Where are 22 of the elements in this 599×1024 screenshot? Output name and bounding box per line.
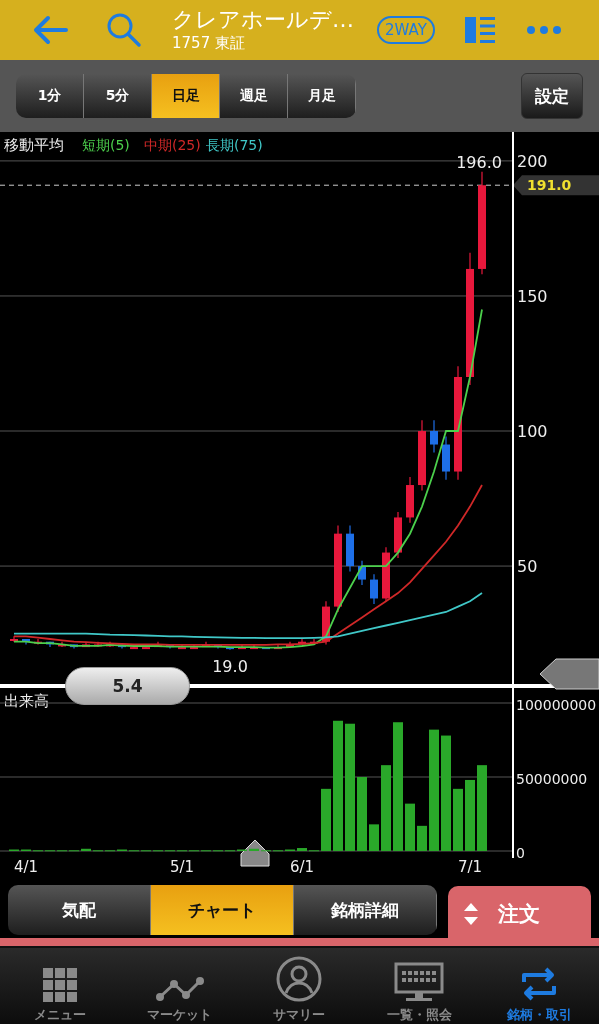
ref-line-label: 191.0 bbox=[527, 177, 572, 194]
legend-label: 中期(25) bbox=[144, 137, 201, 153]
axis-label: 50 bbox=[517, 557, 538, 577]
axis-label: 200 bbox=[517, 151, 548, 171]
axis-label: 100 bbox=[517, 422, 548, 441]
low-price-label: 19.0 bbox=[212, 656, 248, 676]
legend-label: 短期(5) bbox=[82, 137, 130, 153]
date-label: 5/1 bbox=[169, 858, 195, 876]
axis-label: 150 bbox=[517, 286, 548, 306]
axis-label: 50000000 bbox=[516, 771, 588, 787]
last-price-tag: 191.0 bbox=[513, 175, 599, 196]
volume-title: 出来高 bbox=[4, 692, 49, 710]
stock-code: 1757 東証 bbox=[172, 33, 246, 53]
date-label: 7/1 bbox=[457, 858, 483, 876]
high-price-label: 196.0 bbox=[456, 152, 502, 172]
axis-label: 0 bbox=[516, 845, 525, 861]
legend-title: 移動平均 bbox=[4, 136, 64, 154]
date-label: 4/1 bbox=[13, 858, 39, 876]
stock-name: クレアホールデ… bbox=[172, 7, 355, 33]
date-label: 6/1 bbox=[289, 858, 315, 876]
axis-label: 100000000 bbox=[516, 697, 597, 713]
legend-label: 長期(75) bbox=[206, 137, 263, 153]
